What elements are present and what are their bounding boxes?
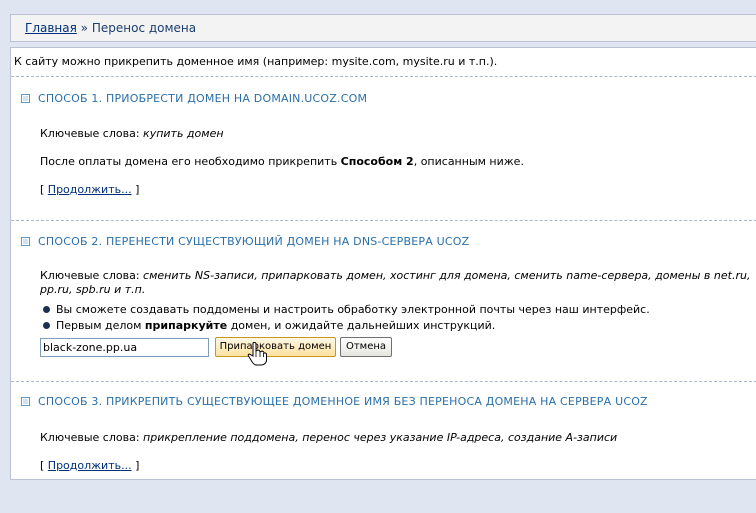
bullet2-text-after: домен, и ожидайте дальнейших инструкций. — [230, 319, 496, 332]
breadcrumb-home-link[interactable]: Главная — [25, 21, 77, 35]
section1-text-bold: Способом 2 — [340, 155, 414, 168]
keywords-label: Ключевые слова: — [40, 431, 140, 444]
breadcrumb-current: Перенос домена — [91, 21, 197, 35]
keywords-label: Ключевые слова: — [40, 269, 140, 282]
section3-title: СПОСОБ 3. ПРИКРЕПИТЬ СУЩЕСТВУЮЩЕЕ ДОМЕНН… — [21, 395, 648, 408]
section1-title-text: СПОСОБ 1. ПРИОБРЕСТИ ДОМЕН НА DOMAIN.UCO… — [38, 92, 368, 105]
breadcrumb: Главная » Перенос домена — [10, 14, 756, 42]
section-bullet-icon — [21, 397, 30, 406]
keywords-value: прикрепление поддомена, перенос через ук… — [143, 431, 618, 444]
main-panel: К сайту можно прикрепить доменное имя (н… — [10, 47, 756, 480]
bracket-open: [ — [40, 183, 45, 196]
section2-title-text: СПОСОБ 2. ПЕРЕНЕСТИ СУЩЕСТВУЮЩИЙ ДОМЕН Н… — [38, 235, 470, 248]
divider — [11, 76, 756, 77]
bullet-dot-icon — [43, 322, 50, 329]
bullet2-text-before: Первым делом — [56, 319, 142, 332]
hand-cursor-icon — [247, 342, 267, 366]
section-bullet-icon — [21, 94, 30, 103]
bracket-open: [ — [40, 459, 45, 472]
section3-continue: [ Продолжить... ] — [40, 459, 139, 472]
section3-title-text: СПОСОБ 3. ПРИКРЕПИТЬ СУЩЕСТВУЮЩЕЕ ДОМЕНН… — [38, 395, 648, 408]
domain-input[interactable] — [40, 338, 209, 357]
section2-title: СПОСОБ 2. ПЕРЕНЕСТИ СУЩЕСТВУЮЩИЙ ДОМЕН Н… — [21, 235, 469, 248]
keywords-label: Ключевые слова: — [40, 127, 140, 140]
section1-continue-link[interactable]: Продолжить... — [48, 183, 132, 196]
section1-keywords: Ключевые слова: купить домен — [40, 127, 224, 140]
section2-keywords-cont: pp.ru, spb.ru и т.п. — [40, 283, 145, 296]
section1-text: После оплаты домена его необходимо прикр… — [40, 155, 524, 168]
bracket-close: ] — [135, 459, 140, 472]
section3-keywords: Ключевые слова: прикрепление поддомена, … — [40, 431, 617, 444]
bullet-dot-icon — [43, 306, 50, 313]
section2-bullet1: Вы сможете создавать поддомены и настрои… — [40, 303, 650, 316]
keywords-value: купить домен — [143, 127, 224, 140]
divider — [11, 220, 756, 221]
cancel-button[interactable]: Отмена — [340, 337, 392, 357]
intro-text: К сайту можно прикрепить доменное имя (н… — [14, 55, 498, 68]
park-domain-button[interactable]: Припарковать домен — [215, 337, 336, 357]
section1-text-before: После оплаты домена его необходимо прикр… — [40, 155, 338, 168]
keywords-value-line1: сменить NS-записи, припарковать домен, х… — [143, 269, 751, 282]
section1-title: СПОСОБ 1. ПРИОБРЕСТИ ДОМЕН НА DOMAIN.UCO… — [21, 92, 367, 105]
bullet2-text-bold: припаркуйте — [144, 319, 228, 332]
section3-continue-link[interactable]: Продолжить... — [48, 459, 132, 472]
section-bullet-icon — [21, 237, 30, 246]
section1-text-after: , описанным ниже. — [413, 155, 524, 168]
divider — [11, 381, 756, 382]
keywords-value-line2: pp.ru, spb.ru и т.п. — [40, 283, 146, 296]
breadcrumb-separator: » — [80, 21, 89, 35]
bullet1-text: Вы сможете создавать поддомены и настрои… — [56, 303, 650, 316]
section1-continue: [ Продолжить... ] — [40, 183, 139, 196]
section2-bullet2: Первым делом припаркуйте домен, и ожидай… — [40, 319, 495, 332]
section2-keywords: Ключевые слова: сменить NS-записи, припа… — [40, 269, 750, 282]
bracket-close: ] — [135, 183, 140, 196]
